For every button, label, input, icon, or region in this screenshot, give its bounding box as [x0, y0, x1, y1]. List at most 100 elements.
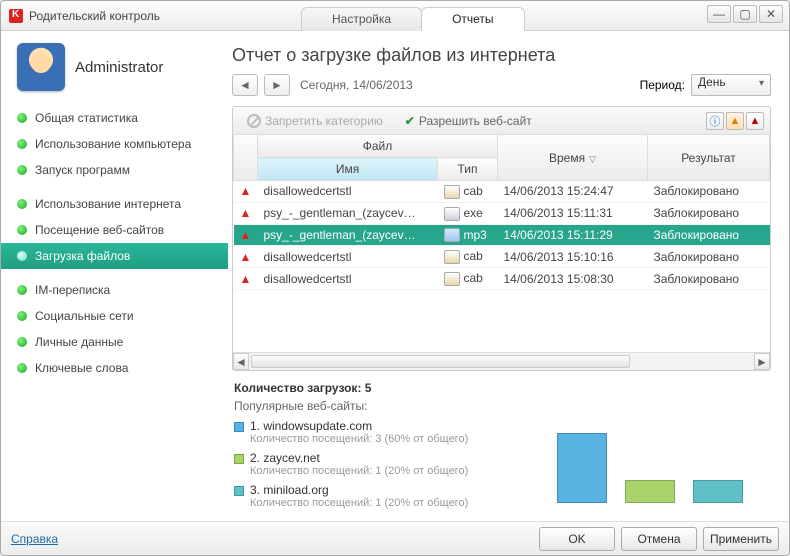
close-button[interactable]: ✕	[759, 5, 783, 23]
apply-button[interactable]: Применить	[703, 527, 779, 551]
page-title: Отчет о загрузке файлов из интернета	[232, 45, 771, 66]
app-window: Родительский контроль Настройка Отчеты —…	[0, 0, 790, 556]
status-dot-icon	[17, 199, 27, 209]
data-grid[interactable]: Файл Время▽ Результат Имя Тип ▲disallowe…	[233, 135, 770, 352]
sidebar-item-5[interactable]: Загрузка файлов	[1, 243, 228, 269]
cell-time: 14/06/2013 15:24:47	[498, 181, 648, 203]
window-title: Родительский контроль	[29, 9, 160, 23]
warning-orange-icon[interactable]: ▲	[726, 112, 744, 130]
help-link[interactable]: Справка	[11, 532, 58, 546]
maximize-button[interactable]: ▢	[733, 5, 757, 23]
cell-type: mp3	[438, 224, 498, 246]
status-dot-icon	[17, 165, 27, 175]
cell-result: Заблокировано	[648, 246, 770, 268]
chart-bar	[625, 480, 675, 503]
table-row[interactable]: ▲psy_-_gentleman_(zaycev…exe14/06/2013 1…	[234, 202, 770, 224]
bar-chart	[549, 419, 769, 509]
site-item: 3. miniload.orgКоличество посещений: 1 (…	[234, 483, 549, 509]
cell-name: disallowedcertstl	[258, 268, 438, 290]
titlebar: Родительский контроль Настройка Отчеты —…	[1, 1, 789, 31]
scroll-thumb[interactable]	[251, 355, 630, 368]
table-row[interactable]: ▲disallowedcertstlcab14/06/2013 15:24:47…	[234, 181, 770, 203]
site-sub: Количество посещений: 3 (60% от общего)	[250, 433, 468, 445]
horizontal-scrollbar[interactable]: ◄ ►	[233, 352, 770, 370]
info-icon[interactable]: ⓘ	[706, 112, 724, 130]
kaspersky-icon	[9, 9, 23, 23]
minimize-button[interactable]: —	[707, 5, 731, 23]
status-dot-icon	[17, 139, 27, 149]
popular-sites-label: Популярные веб-сайты:	[234, 399, 769, 413]
cancel-button[interactable]: Отмена	[621, 527, 697, 551]
warning-icon: ▲	[240, 228, 252, 242]
site-name: 1. windowsupdate.com	[250, 419, 468, 433]
warning-red-icon[interactable]: ▲	[746, 112, 764, 130]
table-row[interactable]: ▲ disallowedcertstlcab14/06/2013 15:10:16…	[234, 246, 770, 268]
sidebar-item-8[interactable]: Личные данные	[1, 329, 228, 355]
ok-button[interactable]: OK	[539, 527, 615, 551]
sidebar-item-2[interactable]: Запуск программ	[1, 157, 228, 183]
legend-square-icon	[234, 454, 244, 464]
filetype-icon	[444, 228, 460, 242]
col-name[interactable]: Имя	[258, 158, 438, 181]
col-time[interactable]: Время▽	[498, 135, 648, 181]
table-row[interactable]: ▲psy_-_gentleman_(zaycev…mp314/06/2013 1…	[234, 224, 770, 246]
cell-type: exe	[438, 202, 498, 224]
table-row[interactable]: ▲disallowedcertstlcab14/06/2013 15:08:30…	[234, 268, 770, 290]
sidebar-item-0[interactable]: Общая статистика	[1, 105, 228, 131]
sidebar-item-4[interactable]: Посещение веб-сайтов	[1, 217, 228, 243]
cell-name: disallowedcertstl	[258, 246, 438, 268]
cell-time: 14/06/2013 15:08:30	[498, 268, 648, 290]
warning-icon: ▲	[240, 206, 252, 220]
sidebar-item-6[interactable]: IM-переписка	[1, 277, 228, 303]
col-type[interactable]: Тип	[438, 158, 498, 181]
scroll-left-button[interactable]: ◄	[233, 353, 249, 370]
sidebar-item-9[interactable]: Ключевые слова	[1, 355, 228, 381]
footer: Справка OK Отмена Применить	[1, 521, 789, 555]
legend-square-icon	[234, 486, 244, 496]
period-label: Период:	[640, 78, 685, 92]
scroll-track[interactable]	[249, 353, 754, 370]
warning-icon: ▲	[240, 184, 252, 198]
report-panel: Запретить категорию ✔ Разрешить веб-сайт…	[232, 106, 771, 371]
allow-website-button[interactable]: ✔ Разрешить веб-сайт	[397, 111, 540, 131]
cell-time: 14/06/2013 15:10:16	[498, 246, 648, 268]
avatar	[17, 43, 65, 91]
summary-block: Количество загрузок: 5 Популярные веб-са…	[232, 371, 771, 515]
warning-icon: ▲	[240, 250, 252, 264]
site-name: 2. zaycev.net	[250, 451, 468, 465]
sidebar-item-7[interactable]: Социальные сети	[1, 303, 228, 329]
nav-list: Общая статистика Использование компьютера…	[1, 105, 228, 389]
status-dot-icon	[17, 285, 27, 295]
date-prev-button[interactable]: ◄	[232, 74, 258, 96]
filetype-icon	[444, 185, 460, 199]
date-label: Сегодня, 14/06/2013	[300, 78, 413, 92]
site-list: 1. windowsupdate.comКоличество посещений…	[234, 419, 549, 515]
tab-reports[interactable]: Отчеты	[421, 7, 524, 31]
filetype-icon	[444, 272, 460, 286]
scroll-right-button[interactable]: ►	[754, 353, 770, 370]
col-result[interactable]: Результат	[648, 135, 770, 181]
legend-square-icon	[234, 422, 244, 432]
sidebar-item-1[interactable]: Использование компьютера	[1, 131, 228, 157]
sidebar: Administrator Общая статистикаИспользова…	[1, 31, 228, 521]
filetype-icon	[444, 207, 460, 221]
cell-result: Заблокировано	[648, 268, 770, 290]
status-dot-icon	[17, 251, 27, 261]
cell-name: psy_-_gentleman_(zaycev…	[258, 224, 438, 246]
forbid-icon	[247, 114, 261, 128]
sidebar-item-label: Использование компьютера	[35, 137, 191, 151]
check-icon: ✔	[405, 114, 415, 128]
period-select[interactable]: День	[691, 74, 771, 96]
date-next-button[interactable]: ►	[264, 74, 290, 96]
tab-settings[interactable]: Настройка	[301, 7, 422, 31]
sidebar-item-label: Общая статистика	[35, 111, 138, 125]
cell-type: cab	[438, 246, 498, 268]
site-name: 3. miniload.org	[250, 483, 468, 497]
cell-result: Заблокировано	[648, 202, 770, 224]
status-dot-icon	[17, 113, 27, 123]
col-group-file[interactable]: Файл	[258, 135, 498, 158]
chart-bar	[693, 480, 743, 503]
cell-time: 14/06/2013 15:11:31	[498, 202, 648, 224]
site-sub: Количество посещений: 1 (20% от общего)	[250, 497, 468, 509]
sidebar-item-3[interactable]: Использование интернета	[1, 191, 228, 217]
